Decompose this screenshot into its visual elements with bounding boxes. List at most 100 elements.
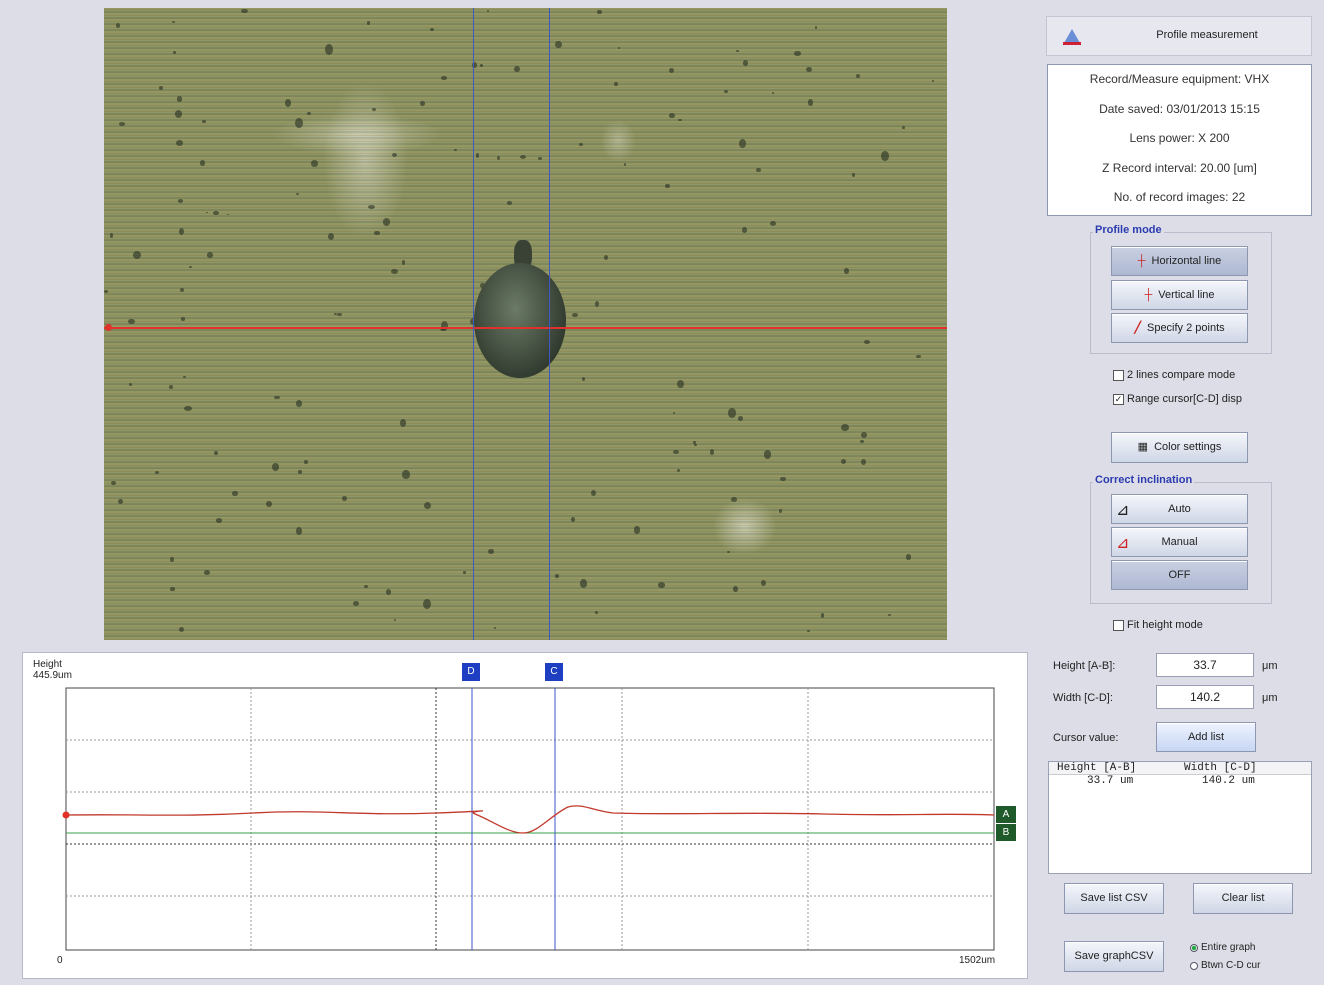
surface-speck [181, 317, 185, 321]
radio-dot-selected[interactable] [1190, 943, 1198, 952]
surface-speck [582, 376, 586, 381]
surface-speck [727, 550, 731, 553]
surface-speck [175, 109, 183, 118]
surface-speck [429, 27, 435, 32]
surface-speck [906, 554, 911, 560]
profile-mode-title: Profile mode [1093, 224, 1164, 236]
surface-speck [769, 221, 776, 227]
cursor-c-line[interactable] [549, 8, 550, 640]
width-unit: μm [1262, 692, 1278, 704]
surface-speck [677, 118, 682, 122]
auto-button[interactable]: ⊿ Auto [1111, 494, 1248, 524]
vertical-line-button[interactable]: ┼ Vertical line [1111, 280, 1248, 310]
surface-speck [580, 579, 588, 588]
header-bar: Profile measurement [1046, 16, 1312, 56]
surface-speck [595, 610, 599, 615]
fit-height-checkbox[interactable]: Fit height mode [1113, 619, 1203, 631]
surface-speck [860, 458, 867, 466]
surface-speck [554, 574, 560, 579]
horizontal-line-handle[interactable] [105, 324, 112, 331]
surface-speck [902, 126, 905, 129]
list-header-width: Width [C-D] [1184, 762, 1257, 774]
surface-speck [614, 82, 618, 86]
surface-speck [440, 76, 447, 80]
surface-speck [780, 476, 786, 482]
surface-speck [673, 450, 679, 454]
surface-speck [382, 217, 391, 227]
surface-speck [852, 173, 856, 177]
surface-speck [128, 318, 135, 325]
surface-speck [594, 301, 600, 308]
surface-speck [843, 267, 849, 275]
surface-speck [296, 193, 299, 196]
surface-speck [173, 50, 176, 54]
info-record-images: No. of record images: 22 [1113, 190, 1246, 204]
surface-speck [860, 431, 867, 438]
surface-speck [881, 151, 889, 161]
surface-speck [424, 502, 432, 509]
profile-graph-panel[interactable]: Height 445.9um 0 1502um D C A B [22, 652, 1028, 979]
cursor-d-line[interactable] [473, 8, 474, 640]
radio-entire-graph[interactable]: Entire graph [1190, 942, 1255, 953]
radio-dot[interactable] [1190, 961, 1198, 970]
surface-speck [266, 500, 272, 508]
surface-speck [189, 265, 192, 269]
specify-2-points-button[interactable]: ╱ Specify 2 points [1111, 313, 1248, 343]
surface-speck [295, 400, 303, 407]
width-label: Width [C-D]: [1053, 692, 1113, 704]
radio-between-cd-cursor[interactable]: Btwn C-D cur [1190, 960, 1260, 971]
surface-speck [366, 21, 371, 25]
surface-speck [298, 470, 302, 474]
add-list-button[interactable]: Add list [1156, 722, 1256, 752]
surface-speck [888, 614, 892, 617]
checkbox-box[interactable] [1113, 619, 1124, 631]
surface-speck [604, 255, 609, 261]
surface-speck [579, 142, 583, 147]
cursor-d-label[interactable]: D [462, 663, 480, 681]
horizontal-line-button[interactable]: ┼ Horizontal line [1111, 246, 1248, 276]
horizontal-profile-line[interactable] [104, 327, 947, 329]
color-settings-button[interactable]: ▦ Color settings [1111, 432, 1248, 463]
surface-speck [295, 527, 302, 535]
measurement-list[interactable]: Height [A-B] Width [C-D] 33.7 um 140.2 u… [1048, 761, 1312, 874]
microscope-image[interactable] [104, 8, 947, 640]
surface-speck [306, 111, 311, 116]
info-z-interval: Z Record interval: 20.00 [um] [1102, 160, 1257, 175]
surface-speck [341, 496, 348, 502]
surface-speck [419, 100, 425, 106]
cursor-c-label[interactable]: C [545, 663, 563, 681]
surface-speck [634, 526, 640, 534]
off-button[interactable]: OFF [1111, 560, 1248, 590]
save-list-csv-button[interactable]: Save list CSV [1064, 883, 1164, 914]
surface-speck [128, 383, 132, 386]
profile-graph-svg[interactable] [23, 653, 1027, 978]
surface-speck [207, 251, 213, 258]
checkbox-box[interactable] [1113, 369, 1124, 381]
surface-speck [180, 287, 185, 293]
info-lens-power: Lens power: X 200 [1129, 131, 1230, 145]
manual-button[interactable]: ⊿ Manual [1111, 527, 1248, 557]
plot-frame [65, 687, 995, 951]
list-header: Height [A-B] Width [C-D] [1049, 762, 1311, 775]
surface-speck [736, 49, 739, 53]
surface-speck [214, 451, 218, 455]
surface-speck [570, 517, 575, 523]
surface-speck [756, 167, 762, 172]
surface-speck [486, 10, 489, 13]
checkbox-box-checked[interactable]: ✓ [1113, 393, 1124, 405]
cursor-b-label[interactable]: B [996, 824, 1016, 841]
surface-speck [916, 354, 921, 358]
surface-speck [183, 376, 186, 379]
list-item[interactable]: 33.7 um 140.2 um [1049, 775, 1311, 787]
surface-speck [226, 213, 230, 216]
surface-speck [402, 470, 410, 479]
surface-speck [393, 618, 396, 621]
clear-list-button[interactable]: Clear list [1193, 883, 1293, 914]
save-graph-csv-button[interactable]: Save graphCSV [1064, 941, 1164, 972]
cursor-a-label[interactable]: A [996, 806, 1016, 823]
range-cursor-checkbox[interactable]: ✓ Range cursor[C-D] disp [1113, 393, 1242, 405]
surface-speck [806, 629, 810, 632]
compare-mode-checkbox[interactable]: 2 lines compare mode [1113, 369, 1235, 381]
surface-speck [709, 449, 715, 455]
surface-speck [337, 313, 343, 317]
